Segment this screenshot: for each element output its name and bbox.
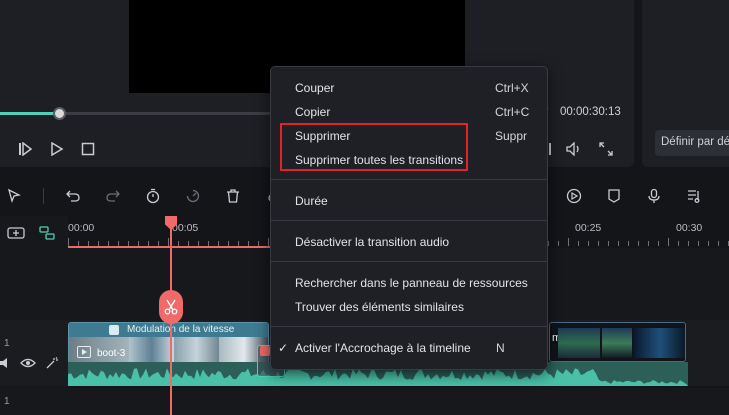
menu-separator bbox=[271, 179, 547, 180]
clip-name: boot-3 bbox=[97, 348, 126, 359]
clip-thumbnail bbox=[174, 337, 219, 363]
scissors-icon[interactable] bbox=[159, 290, 183, 324]
marker-icon[interactable] bbox=[604, 186, 624, 206]
scrubber-handle[interactable] bbox=[52, 107, 66, 120]
audio-icon[interactable] bbox=[0, 356, 12, 370]
menu-item-cut[interactable]: Couper bbox=[295, 81, 334, 95]
ruler-tick-label: 00:00 bbox=[68, 222, 95, 234]
menu-separator bbox=[271, 326, 547, 327]
track-link-icon[interactable] bbox=[38, 225, 56, 241]
clip-thumbnail bbox=[634, 328, 685, 358]
clip-thumbnail bbox=[129, 337, 174, 363]
video-clip-icon bbox=[77, 346, 91, 358]
add-track-icon[interactable] bbox=[6, 225, 26, 241]
menu-item-enable-snapping[interactable]: Activer l'Accrochage à la timeline bbox=[295, 341, 471, 355]
check-icon: ✓ bbox=[278, 341, 289, 355]
timer-icon[interactable] bbox=[143, 186, 163, 206]
menu-item-search-resources[interactable]: Rechercher dans le panneau de ressources bbox=[295, 276, 528, 290]
shortcut-copy: Ctrl+C bbox=[495, 105, 530, 119]
ruler-tick-label: 00:30 bbox=[676, 222, 703, 234]
undo-icon[interactable] bbox=[63, 186, 83, 206]
track-number: 1 bbox=[4, 396, 10, 407]
track-number: 1 bbox=[4, 338, 10, 349]
render-preview-icon[interactable] bbox=[564, 186, 584, 206]
delete-icon[interactable] bbox=[223, 186, 243, 206]
play-icon[interactable] bbox=[46, 138, 68, 160]
menu-item-find-similar[interactable]: Trouver des éléments similaires bbox=[295, 300, 464, 314]
audio-list-icon[interactable] bbox=[684, 186, 704, 206]
set-default-button[interactable]: Définir par dé bbox=[655, 130, 729, 156]
ruler-tick-label: 00:25 bbox=[575, 222, 602, 234]
shortcut-cut: Ctrl+X bbox=[495, 81, 529, 95]
magic-wand-icon[interactable] bbox=[45, 356, 59, 370]
menu-separator bbox=[271, 220, 547, 221]
transition-icon bbox=[260, 346, 270, 356]
playback-progress bbox=[0, 112, 59, 115]
speed-badge-icon bbox=[109, 325, 119, 335]
visibility-icon[interactable] bbox=[20, 357, 36, 369]
clip-thumbnail bbox=[558, 328, 600, 358]
menu-item-duration[interactable]: Durée bbox=[295, 194, 328, 208]
speed-icon[interactable] bbox=[183, 186, 203, 206]
clip-title: Modulation de la vitesse bbox=[127, 324, 235, 335]
shortcut-snapping: N bbox=[496, 341, 505, 355]
menu-separator bbox=[271, 261, 547, 262]
select-tool-icon[interactable] bbox=[5, 186, 25, 206]
toolbar-divider bbox=[43, 188, 44, 204]
step-back-icon[interactable] bbox=[14, 138, 36, 160]
fullscreen-icon[interactable] bbox=[595, 138, 617, 160]
stop-icon[interactable] bbox=[77, 138, 99, 160]
more-tools-icon[interactable] bbox=[720, 186, 729, 206]
microphone-icon[interactable] bbox=[644, 186, 664, 206]
total-duration: 00:00:30:13 bbox=[560, 106, 621, 118]
clip-thumbnail bbox=[602, 328, 632, 358]
shortcut-delete: Suppr bbox=[495, 129, 528, 143]
redo-icon[interactable] bbox=[103, 186, 123, 206]
annotation-highlight-box bbox=[280, 123, 468, 171]
video-clip[interactable]: mora bbox=[549, 322, 686, 362]
next-track[interactable] bbox=[0, 388, 729, 415]
video-clip[interactable]: Modulation de la vitesse boot-3 bbox=[68, 322, 269, 364]
menu-item-disable-audio-transition[interactable]: Désactiver la transition audio bbox=[295, 235, 449, 249]
volume-icon[interactable] bbox=[563, 138, 585, 160]
menu-item-copy[interactable]: Copier bbox=[295, 105, 330, 119]
context-menu: Couper Ctrl+X Copier Ctrl+C Supprimer Su… bbox=[270, 66, 548, 370]
